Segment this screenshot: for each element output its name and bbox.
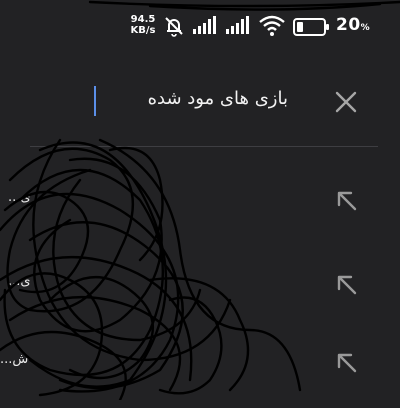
wifi-icon	[259, 15, 285, 36]
network-speed-value: 94.5	[130, 14, 156, 25]
suggestion-text: ...ش	[0, 352, 29, 367]
network-speed: 94.5 KB/s	[128, 14, 158, 36]
status-bar: 94.5 KB/s 20%	[0, 0, 400, 48]
battery-icon	[293, 18, 329, 36]
network-speed-unit: KB/s	[130, 25, 156, 36]
bell-off-icon	[165, 17, 183, 37]
list-item[interactable]: ...ش	[0, 322, 400, 408]
text-caret	[94, 86, 96, 116]
battery-percent: 20%	[336, 15, 370, 35]
battery-percent-value: 20	[336, 15, 361, 35]
suggestion-text: ...ی	[8, 274, 31, 289]
signal-icon	[193, 16, 216, 34]
arrow-up-left-icon[interactable]	[334, 272, 360, 298]
battery-percent-sign: %	[360, 23, 371, 33]
arrow-up-left-icon[interactable]	[334, 350, 360, 376]
list-item[interactable]: ...ی	[0, 244, 400, 330]
close-icon[interactable]	[332, 88, 360, 116]
list-item[interactable]: ...ی	[0, 160, 400, 246]
search-input[interactable]: بازی های مود شده	[148, 88, 288, 109]
arrow-up-left-icon[interactable]	[334, 188, 360, 214]
signal-icon	[226, 16, 249, 34]
divider	[30, 146, 378, 147]
suggestion-text: ...ی	[8, 190, 31, 205]
